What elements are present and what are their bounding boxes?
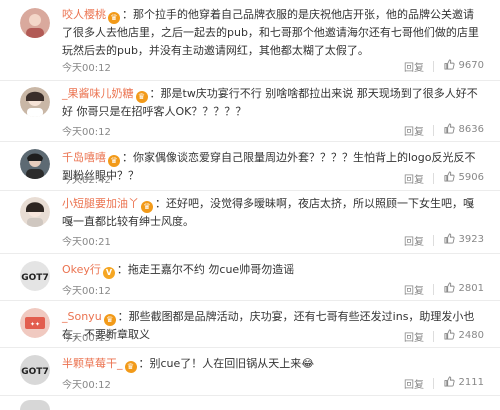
comment-item: 小短腿要加油丫 ♛ ：还好吧，没觉得多暧昧啊，夜店太挤，所以照顾一下女生吧，嘎嘎一直… (0, 190, 500, 254)
comment-meta: 今天00:12 回复 8636 (62, 123, 484, 139)
comment-meta: 今天00:12 回复 2111 (62, 376, 484, 392)
avatar[interactable] (20, 87, 50, 117)
comment-time: 今天00:12 (62, 63, 111, 74)
comment-body: 半颗草莓干_ ♛ ：别cue了！人在回旧锅从天上来😂 (62, 355, 484, 373)
comment-text: ：那个拉手的他穿着自己品牌衣服的是庆祝他店开张，他的品牌公关邀请了很多人去他店里… (62, 8, 479, 57)
avatar[interactable]: GOT7 (20, 261, 50, 291)
comment-body: Okey行 V ：拖走王嘉尔不约 勿cue帅哥勿造谣 (62, 261, 484, 279)
divider (433, 331, 434, 342)
verified-badge-icon: V (102, 267, 115, 279)
reply-button[interactable]: 回复 (404, 233, 424, 248)
comment-item: _果酱味儿奶糖 ♛ ：那是tw庆功宴行不行 别啥啥都拉出来说 那天现场到了很多人好不… (0, 80, 500, 142)
reply-button[interactable]: 回复 (404, 376, 424, 391)
divider (433, 235, 434, 246)
comment-time: 今天02:42 (62, 175, 111, 186)
comment-username[interactable]: _Sonyu (62, 310, 102, 323)
comment-time: 今天00:12 (62, 380, 111, 391)
like-count: 8636 (458, 124, 484, 135)
divider (433, 61, 434, 72)
comment-username[interactable]: Okey行 (62, 263, 101, 276)
comment-meta: 今天00:12 回复 9670 (62, 59, 484, 75)
thumbs-up-icon (444, 233, 455, 244)
reply-button[interactable]: 回复 (404, 329, 424, 344)
comment-item: ✦✦ _Sonyu ♛ ：那些截图都是品牌活动，庆功宴，还有七哥有些还发过ins，助… (0, 300, 500, 348)
like-button[interactable]: 8636 (444, 123, 484, 135)
comment-meta: 今天00:12 回复 2801 (62, 282, 484, 298)
comment-time: 今天00:12 (62, 127, 111, 138)
like-count: 9670 (458, 60, 484, 71)
thumbs-up-icon (444, 171, 455, 182)
like-count: 5906 (458, 172, 484, 183)
avatar[interactable] (20, 400, 50, 410)
like-button[interactable]: 2480 (444, 329, 484, 341)
like-button[interactable]: 5906 (444, 171, 484, 183)
avatar[interactable] (20, 149, 50, 179)
comment-time: 今天00:12 (62, 286, 111, 297)
reply-button[interactable]: 回复 (404, 171, 424, 186)
comment-body: 小短腿要加油丫 ♛ ：还好吧，没觉得多暧昧啊，夜店太挤，所以照顾一下女生吧，嘎嘎一直… (62, 195, 484, 231)
comment-item: 千岛嘻嘻 ♛ ：你家偶像谈恋爱穿自己限量周边外套？？？？生怕背上的logo反光反不到… (0, 141, 500, 191)
thumbs-up-icon (444, 329, 455, 340)
vip-badge-icon: ♛ (135, 91, 148, 103)
thumbs-up-icon (444, 59, 455, 70)
avatar[interactable]: GOT7 (20, 355, 50, 385)
like-count: 2480 (458, 330, 484, 341)
comment-username[interactable]: 半颗草莓干_ (62, 357, 123, 370)
reply-button[interactable]: 回复 (404, 282, 424, 297)
divider (433, 378, 434, 389)
like-count: 2111 (458, 377, 484, 388)
comment-item: GOT7 Okey行 V ：拖走王嘉尔不约 勿cue帅哥勿造谣 今天00:12 回复… (0, 253, 500, 301)
comment-body: 咬人樱桃 ♛ ：那个拉手的他穿着自己品牌衣服的是庆祝他店开张，他的品牌公关邀请了很多… (62, 6, 484, 60)
reply-button[interactable]: 回复 (404, 59, 424, 74)
comment-item: GOT7 半颗草莓干_ ♛ ：别cue了！人在回旧锅从天上来😂 今天00:12 回复… (0, 347, 500, 396)
svg-text:✦✦: ✦✦ (30, 321, 40, 328)
thumbs-up-icon (444, 123, 455, 134)
comment-meta: 今天00:21 回复 3923 (62, 233, 484, 249)
divider (433, 173, 434, 184)
comment-username[interactable]: 咬人樱桃 (62, 8, 106, 21)
comment-item: 咬人樱桃 ♛ ：那个拉手的他穿着自己品牌衣服的是庆祝他店开张，他的品牌公关邀请了很多… (0, 0, 500, 81)
avatar[interactable] (20, 8, 50, 38)
comment-meta: 今天00:15 回复 2480 (62, 329, 484, 345)
comment-time: 今天00:15 (62, 333, 111, 344)
like-count: 2801 (458, 283, 484, 294)
avatar[interactable] (20, 197, 50, 227)
vip-badge-icon: ♛ (141, 201, 153, 213)
like-button[interactable]: 2801 (444, 282, 484, 294)
comment-body: _果酱味儿奶糖 ♛ ：那是tw庆功宴行不行 别啥啥都拉出来说 那天现场到了很多人好不… (62, 85, 484, 121)
avatar[interactable]: ✦✦ (20, 308, 50, 338)
vip-badge-icon: ♛ (103, 314, 116, 326)
comment-text: ：别cue了！人在回旧锅从天上来😂 (138, 357, 315, 370)
vip-badge-icon: ♛ (108, 155, 120, 167)
divider (433, 284, 434, 295)
like-button[interactable]: 2111 (444, 376, 484, 388)
comment-text: ：拖走王嘉尔不约 勿cue帅哥勿造谣 (116, 263, 295, 276)
comment-item-partial (0, 398, 500, 410)
vip-badge-icon: ♛ (108, 12, 120, 24)
vip-badge-icon: ♛ (124, 361, 137, 373)
svg-text:GOT7: GOT7 (21, 367, 48, 377)
divider (433, 125, 434, 136)
like-count: 3923 (458, 234, 484, 245)
comment-time: 今天00:21 (62, 237, 111, 248)
comment-meta: 今天02:42 回复 5906 (62, 171, 484, 187)
svg-text:GOT7: GOT7 (21, 273, 48, 283)
comment-username[interactable]: _果酱味儿奶糖 (62, 87, 134, 100)
comment-username[interactable]: 小短腿要加油丫 (62, 197, 139, 210)
thumbs-up-icon (444, 282, 455, 293)
thumbs-up-icon (444, 376, 455, 387)
comment-list: 咬人樱桃 ♛ ：那个拉手的他穿着自己品牌衣服的是庆祝他店开张，他的品牌公关邀请了很多… (0, 0, 500, 410)
like-button[interactable]: 9670 (444, 59, 484, 71)
reply-button[interactable]: 回复 (404, 123, 424, 138)
comment-username[interactable]: 千岛嘻嘻 (62, 151, 106, 164)
like-button[interactable]: 3923 (444, 233, 484, 245)
